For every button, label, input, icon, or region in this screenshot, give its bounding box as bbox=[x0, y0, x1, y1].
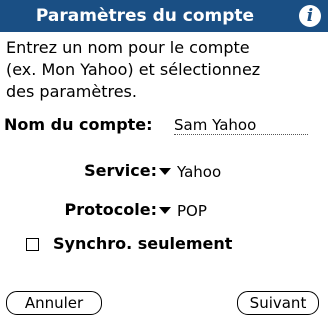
account-settings-screen: Paramètres du compte i Entrez un nom pou… bbox=[0, 0, 328, 329]
cancel-button[interactable]: Annuler bbox=[6, 291, 102, 315]
instructions-line: (ex. Mon Yahoo) et sélectionnez bbox=[6, 60, 261, 79]
sync-only-row[interactable]: Synchro. seulement bbox=[26, 232, 316, 256]
instructions-line: Entrez un nom pour le compte bbox=[6, 38, 250, 57]
sync-only-checkbox[interactable] bbox=[26, 238, 39, 251]
dropdown-arrow-icon bbox=[159, 168, 171, 175]
instructions-line: des paramètres. bbox=[6, 82, 137, 101]
account-name-field[interactable]: Sam Yahoo bbox=[174, 114, 308, 135]
service-label: Service: bbox=[84, 161, 157, 180]
next-button[interactable]: Suivant bbox=[237, 291, 319, 315]
service-row: Service: Yahoo bbox=[0, 160, 328, 184]
account-name-row: Nom du compte: Sam Yahoo bbox=[4, 114, 324, 136]
instructions-text: Entrez un nom pour le compte (ex. Mon Ya… bbox=[6, 37, 324, 103]
account-name-label: Nom du compte: bbox=[4, 115, 153, 134]
title-bar: Paramètres du compte i bbox=[0, 0, 328, 32]
protocol-value: POP bbox=[177, 202, 207, 220]
protocol-row: Protocole: POP bbox=[0, 199, 328, 223]
protocol-dropdown[interactable]: POP bbox=[159, 199, 207, 223]
service-value: Yahoo bbox=[177, 163, 222, 181]
info-icon[interactable]: i bbox=[299, 5, 321, 27]
screen-title: Paramètres du compte bbox=[35, 6, 255, 26]
sync-only-label[interactable]: Synchro. seulement bbox=[53, 233, 232, 255]
protocol-label: Protocole: bbox=[64, 200, 157, 219]
dropdown-arrow-icon bbox=[159, 207, 171, 214]
service-dropdown[interactable]: Yahoo bbox=[159, 160, 221, 184]
